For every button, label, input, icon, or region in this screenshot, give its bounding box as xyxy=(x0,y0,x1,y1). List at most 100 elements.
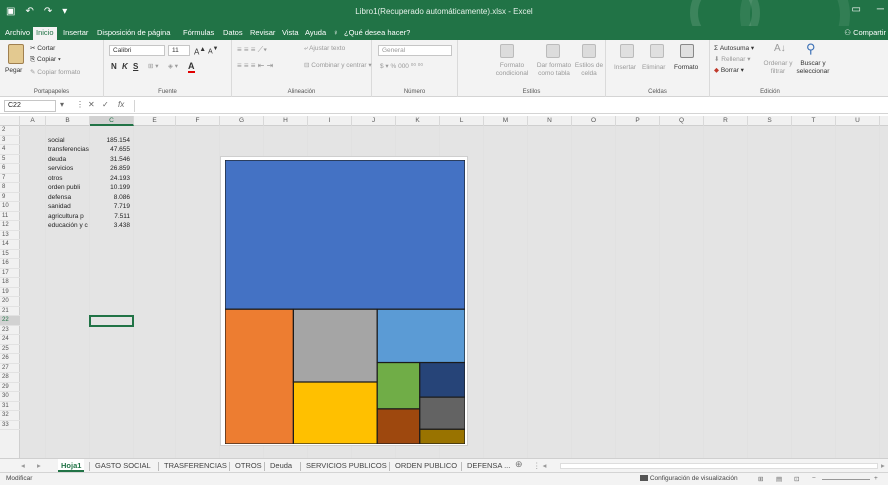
row-header-5[interactable]: 5 xyxy=(0,155,20,164)
font-name-select[interactable]: Calibri xyxy=(109,45,165,56)
display-settings-button[interactable]: Configuración de visualización xyxy=(640,475,738,482)
formula-input[interactable] xyxy=(134,100,886,112)
row-header-10[interactable]: 10 xyxy=(0,202,20,212)
table-cell-value[interactable]: 24.193 xyxy=(90,174,130,184)
table-cell-value[interactable]: 26.859 xyxy=(90,164,130,174)
enter-icon[interactable]: ✓ xyxy=(102,100,109,109)
row-header-14[interactable]: 14 xyxy=(0,240,20,250)
tab-vista[interactable]: Vista xyxy=(279,28,302,37)
italic-button[interactable]: K xyxy=(122,62,128,71)
column-header-o[interactable]: O xyxy=(572,116,616,126)
row-header-2[interactable]: 2 xyxy=(0,126,20,136)
table-cell-label[interactable]: educación y c xyxy=(48,221,89,231)
paste-label[interactable]: Pegar xyxy=(5,67,22,74)
column-header-q[interactable]: Q xyxy=(660,116,704,126)
horizontal-scrollbar[interactable] xyxy=(560,463,878,469)
treemap-tile-agricultura-p[interactable] xyxy=(419,396,465,430)
format-cells-icon[interactable] xyxy=(680,44,694,58)
treemap-tile-deuda[interactable] xyxy=(292,308,378,383)
table-cell-label[interactable]: servicios xyxy=(48,164,89,174)
row-header-16[interactable]: 16 xyxy=(0,259,20,269)
find-select-icon[interactable]: ⚲ xyxy=(806,41,816,57)
column-header-b[interactable]: B xyxy=(46,116,90,126)
insert-function-icon[interactable]: fx xyxy=(118,100,124,109)
sheet-tab-hoja1[interactable]: Hoja1 xyxy=(58,459,85,472)
table-cell-value[interactable]: 185.154 xyxy=(90,136,131,146)
format-cells-label[interactable]: Formato xyxy=(674,64,698,71)
treemap-tile-otros[interactable] xyxy=(376,308,465,364)
table-cell-value[interactable]: 3.438 xyxy=(90,221,130,231)
number-format-icons[interactable]: $ ▾ % 000 ⁰⁰ ⁰⁰ xyxy=(380,62,423,70)
wrap-text-button[interactable]: ⤶ Ajustar texto xyxy=(304,45,345,53)
ribbon-display-icon[interactable]: ▭ xyxy=(851,4,860,15)
row-header-7[interactable]: 7 xyxy=(0,174,20,183)
tab-datos[interactable]: Datos xyxy=(220,28,246,37)
cell-styles-icon[interactable] xyxy=(582,44,596,58)
row-header-4[interactable]: 4 xyxy=(0,145,20,155)
column-header-g[interactable]: G xyxy=(220,116,264,126)
zoom-slider[interactable] xyxy=(822,479,870,480)
tab-formulas[interactable]: Fórmulas xyxy=(180,28,217,37)
font-size-select[interactable]: 11 xyxy=(168,45,190,56)
column-header-a[interactable]: A xyxy=(20,116,46,126)
table-cell-label[interactable]: sanidad xyxy=(48,202,89,212)
scroll-left-icon[interactable]: ◂ xyxy=(18,461,28,470)
zoom-in-button[interactable]: + xyxy=(874,475,878,482)
grow-font-button[interactable]: A▲ xyxy=(194,46,206,57)
delete-cells-label[interactable]: Eliminar xyxy=(642,64,665,71)
align-top-icon[interactable]: ≡ ≡ ≡ ⟋▾ xyxy=(237,45,267,55)
sheet-tab-orden-publico[interactable]: ORDEN PUBLICO xyxy=(392,461,460,470)
column-header-c[interactable]: C xyxy=(90,116,134,126)
table-cell-value[interactable]: 47.655 xyxy=(90,145,130,155)
tab-insertar[interactable]: Insertar xyxy=(60,28,91,37)
paste-icon[interactable] xyxy=(8,44,24,64)
cut-button[interactable]: ✂ Cortar xyxy=(30,44,55,52)
copy-button[interactable]: ⎘ Copiar ▾ xyxy=(30,56,61,64)
table-cell-label[interactable]: orden publi xyxy=(48,183,89,193)
insert-cells-label[interactable]: Insertar xyxy=(614,64,636,71)
row-header-9[interactable]: 9 xyxy=(0,193,20,202)
treemap-tile-servicios[interactable] xyxy=(292,381,378,444)
treemap-tile-social[interactable] xyxy=(225,160,465,310)
table-cell-label[interactable]: transferencias xyxy=(48,145,89,155)
column-header-n[interactable]: N xyxy=(528,116,572,126)
cancel-icon[interactable]: ✕ xyxy=(88,100,95,109)
treemap-tile-transferencias[interactable] xyxy=(225,308,295,444)
table-cell-value[interactable]: 7.511 xyxy=(90,212,130,222)
column-header-h[interactable]: H xyxy=(264,116,308,126)
format-table-icon[interactable] xyxy=(546,44,560,58)
sheet-tab-gasto-social[interactable]: GASTO SOCIAL xyxy=(92,461,154,470)
shrink-font-button[interactable]: A▼ xyxy=(208,46,218,55)
row-header-8[interactable]: 8 xyxy=(0,183,20,193)
row-header-12[interactable]: 12 xyxy=(0,221,20,231)
insert-cells-icon[interactable] xyxy=(620,44,634,58)
row-header-17[interactable]: 17 xyxy=(0,269,20,278)
column-header-j[interactable]: J xyxy=(352,116,396,126)
number-format-select[interactable]: General xyxy=(378,45,452,56)
row-header-33[interactable]: 33 xyxy=(0,421,20,430)
table-cell-value[interactable]: 8.086 xyxy=(90,193,130,203)
column-header-p[interactable]: P xyxy=(616,116,660,126)
column-header-r[interactable]: R xyxy=(704,116,748,126)
row-header-27[interactable]: 27 xyxy=(0,364,20,373)
add-sheet-icon[interactable]: ⊕ xyxy=(512,459,526,470)
find-select-label[interactable]: Buscar y seleccionar xyxy=(796,60,830,76)
fill-button[interactable]: ⬇ Rellenar ▾ xyxy=(714,55,751,63)
column-header-e[interactable]: E xyxy=(134,116,176,126)
column-header-l[interactable]: L xyxy=(440,116,484,126)
bold-button[interactable]: N xyxy=(111,62,117,71)
tab-ayuda[interactable]: Ayuda xyxy=(302,28,329,37)
fill-color-icon[interactable]: ◈ ▾ xyxy=(168,62,178,70)
column-header-u[interactable]: U xyxy=(836,116,880,126)
merge-center-button[interactable]: ⊟ Combinar y centrar ▾ xyxy=(304,61,372,69)
active-cell[interactable] xyxy=(89,315,134,327)
column-header-s[interactable]: S xyxy=(748,116,792,126)
row-header-15[interactable]: 15 xyxy=(0,250,20,259)
sheet-tab-otros[interactable]: OTROS xyxy=(232,461,265,470)
row-header-23[interactable]: 23 xyxy=(0,326,20,335)
row-header-18[interactable]: 18 xyxy=(0,278,20,288)
column-header-i[interactable]: I xyxy=(308,116,352,126)
column-header-t[interactable]: T xyxy=(792,116,836,126)
format-painter-button[interactable]: ✎ Copiar formato xyxy=(30,68,80,76)
table-cell-value[interactable]: 7.719 xyxy=(90,202,130,212)
